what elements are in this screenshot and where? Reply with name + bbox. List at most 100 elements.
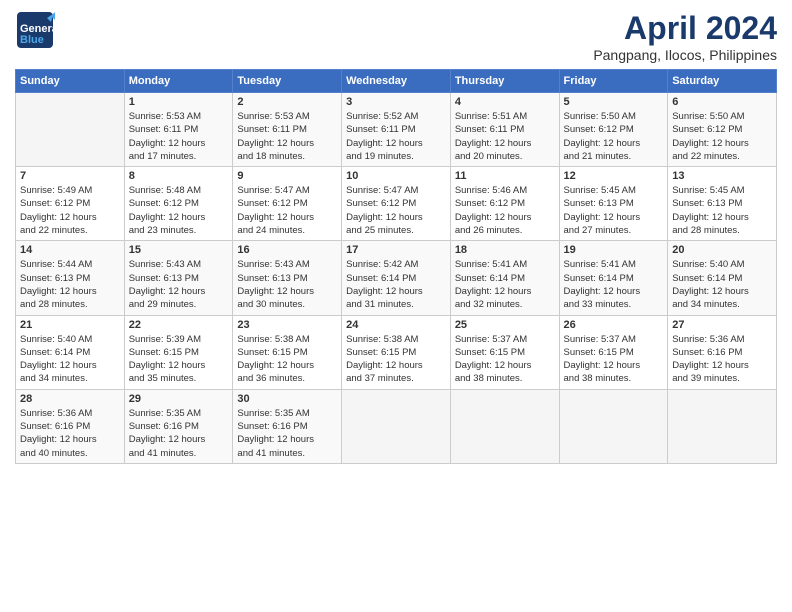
day-info: Sunrise: 5:50 AMSunset: 6:12 PMDaylight:… (672, 110, 772, 163)
day-number: 19 (564, 244, 664, 256)
logo: General Blue (15, 10, 55, 50)
calendar-cell: 21 Sunrise: 5:40 AMSunset: 6:14 PMDayligh… (16, 315, 125, 389)
calendar-cell: 11 Sunrise: 5:46 AMSunset: 6:12 PMDayligh… (450, 167, 559, 241)
day-info: Sunrise: 5:38 AMSunset: 6:15 PMDaylight:… (346, 333, 446, 386)
col-sunday: Sunday (16, 70, 125, 93)
svg-text:Blue: Blue (20, 34, 44, 46)
day-number: 28 (20, 393, 120, 405)
day-number: 29 (129, 393, 229, 405)
day-info: Sunrise: 5:35 AMSunset: 6:16 PMDaylight:… (237, 407, 337, 460)
day-number: 2 (237, 96, 337, 108)
title-section: April 2024 Pangpang, Ilocos, Philippines (593, 10, 777, 63)
col-friday: Friday (559, 70, 668, 93)
day-info: Sunrise: 5:53 AMSunset: 6:11 PMDaylight:… (237, 110, 337, 163)
day-info: Sunrise: 5:40 AMSunset: 6:14 PMDaylight:… (20, 333, 120, 386)
day-info: Sunrise: 5:45 AMSunset: 6:13 PMDaylight:… (672, 184, 772, 237)
day-info: Sunrise: 5:38 AMSunset: 6:15 PMDaylight:… (237, 333, 337, 386)
calendar-cell: 3Sunrise: 5:52 AMSunset: 6:11 PMDaylight… (342, 93, 451, 167)
day-info: Sunrise: 5:40 AMSunset: 6:14 PMDaylight:… (672, 258, 772, 311)
day-info: Sunrise: 5:36 AMSunset: 6:16 PMDaylight:… (672, 333, 772, 386)
calendar-cell (16, 93, 125, 167)
day-info: Sunrise: 5:41 AMSunset: 6:14 PMDaylight:… (564, 258, 664, 311)
day-number: 9 (237, 170, 337, 182)
day-number: 30 (237, 393, 337, 405)
calendar-cell: 14 Sunrise: 5:44 AMSunset: 6:13 PMDayligh… (16, 241, 125, 315)
calendar-week-4: 28 Sunrise: 5:36 AMSunset: 6:16 PMDayligh… (16, 389, 777, 463)
calendar-cell (450, 389, 559, 463)
day-info: Sunrise: 5:47 AMSunset: 6:12 PMDaylight:… (346, 184, 446, 237)
calendar-cell: 25Sunrise: 5:37 AMSunset: 6:15 PMDayligh… (450, 315, 559, 389)
calendar-cell: 2 Sunrise: 5:53 AMSunset: 6:11 PMDaylight… (233, 93, 342, 167)
calendar-cell: 4 Sunrise: 5:51 AMSunset: 6:11 PMDaylight… (450, 93, 559, 167)
calendar-cell: 5 Sunrise: 5:50 AMSunset: 6:12 PMDaylight… (559, 93, 668, 167)
calendar-cell (668, 389, 777, 463)
day-info: Sunrise: 5:43 AMSunset: 6:13 PMDaylight:… (129, 258, 229, 311)
calendar-cell: 8Sunrise: 5:48 AMSunset: 6:12 PMDaylight… (124, 167, 233, 241)
day-info: Sunrise: 5:42 AMSunset: 6:14 PMDaylight:… (346, 258, 446, 311)
logo-icon: General Blue (15, 10, 55, 50)
main-title: April 2024 (593, 10, 777, 47)
calendar-cell (559, 389, 668, 463)
day-number: 4 (455, 96, 555, 108)
calendar-cell: 1 Sunrise: 5:53 AMSunset: 6:11 PMDaylight… (124, 93, 233, 167)
day-number: 6 (672, 96, 772, 108)
day-number: 11 (455, 170, 555, 182)
calendar-week-0: 1 Sunrise: 5:53 AMSunset: 6:11 PMDaylight… (16, 93, 777, 167)
day-number: 18 (455, 244, 555, 256)
day-info: Sunrise: 5:37 AMSunset: 6:15 PMDaylight:… (564, 333, 664, 386)
day-number: 5 (564, 96, 664, 108)
day-number: 14 (20, 244, 120, 256)
day-number: 26 (564, 319, 664, 331)
day-info: Sunrise: 5:39 AMSunset: 6:15 PMDaylight:… (129, 333, 229, 386)
day-number: 13 (672, 170, 772, 182)
day-info: Sunrise: 5:50 AMSunset: 6:12 PMDaylight:… (564, 110, 664, 163)
calendar-cell: 24 Sunrise: 5:38 AMSunset: 6:15 PMDayligh… (342, 315, 451, 389)
day-number: 7 (20, 170, 120, 182)
col-thursday: Thursday (450, 70, 559, 93)
day-info: Sunrise: 5:49 AMSunset: 6:12 PMDaylight:… (20, 184, 120, 237)
day-info: Sunrise: 5:46 AMSunset: 6:12 PMDaylight:… (455, 184, 555, 237)
day-info: Sunrise: 5:53 AMSunset: 6:11 PMDaylight:… (129, 110, 229, 163)
day-number: 17 (346, 244, 446, 256)
calendar-cell: 7 Sunrise: 5:49 AMSunset: 6:12 PMDaylight… (16, 167, 125, 241)
day-info: Sunrise: 5:36 AMSunset: 6:16 PMDaylight:… (20, 407, 120, 460)
calendar-cell: 22 Sunrise: 5:39 AMSunset: 6:15 PMDayligh… (124, 315, 233, 389)
calendar-cell: 17 Sunrise: 5:42 AMSunset: 6:14 PMDayligh… (342, 241, 451, 315)
day-number: 21 (20, 319, 120, 331)
col-monday: Monday (124, 70, 233, 93)
calendar-cell: 10Sunrise: 5:47 AMSunset: 6:12 PMDayligh… (342, 167, 451, 241)
page-container: General Blue April 2024 Pangpang, Ilocos… (0, 0, 792, 474)
day-number: 8 (129, 170, 229, 182)
day-number: 15 (129, 244, 229, 256)
col-tuesday: Tuesday (233, 70, 342, 93)
calendar-cell: 19 Sunrise: 5:41 AMSunset: 6:14 PMDayligh… (559, 241, 668, 315)
calendar-cell: 26 Sunrise: 5:37 AMSunset: 6:15 PMDayligh… (559, 315, 668, 389)
calendar-cell: 27 Sunrise: 5:36 AMSunset: 6:16 PMDayligh… (668, 315, 777, 389)
calendar-cell: 13 Sunrise: 5:45 AMSunset: 6:13 PMDayligh… (668, 167, 777, 241)
day-info: Sunrise: 5:51 AMSunset: 6:11 PMDaylight:… (455, 110, 555, 163)
calendar-cell: 29 Sunrise: 5:35 AMSunset: 6:16 PMDayligh… (124, 389, 233, 463)
day-number: 22 (129, 319, 229, 331)
day-number: 23 (237, 319, 337, 331)
subtitle: Pangpang, Ilocos, Philippines (593, 47, 777, 63)
calendar-cell: 23 Sunrise: 5:38 AMSunset: 6:15 PMDayligh… (233, 315, 342, 389)
day-number: 16 (237, 244, 337, 256)
calendar-cell: 16Sunrise: 5:43 AMSunset: 6:13 PMDayligh… (233, 241, 342, 315)
day-number: 24 (346, 319, 446, 331)
day-info: Sunrise: 5:44 AMSunset: 6:13 PMDaylight:… (20, 258, 120, 311)
calendar-cell: 9 Sunrise: 5:47 AMSunset: 6:12 PMDaylight… (233, 167, 342, 241)
calendar-cell (342, 389, 451, 463)
calendar-cell: 30 Sunrise: 5:35 AMSunset: 6:16 PMDayligh… (233, 389, 342, 463)
calendar-header-row: Sunday Monday Tuesday Wednesday Thursday… (16, 70, 777, 93)
calendar-week-3: 21 Sunrise: 5:40 AMSunset: 6:14 PMDayligh… (16, 315, 777, 389)
day-number: 12 (564, 170, 664, 182)
day-number: 3 (346, 96, 446, 108)
header: General Blue April 2024 Pangpang, Ilocos… (15, 10, 777, 63)
calendar-cell: 18Sunrise: 5:41 AMSunset: 6:14 PMDayligh… (450, 241, 559, 315)
day-info: Sunrise: 5:35 AMSunset: 6:16 PMDaylight:… (129, 407, 229, 460)
day-number: 27 (672, 319, 772, 331)
day-info: Sunrise: 5:47 AMSunset: 6:12 PMDaylight:… (237, 184, 337, 237)
day-number: 20 (672, 244, 772, 256)
day-info: Sunrise: 5:37 AMSunset: 6:15 PMDaylight:… (455, 333, 555, 386)
day-number: 1 (129, 96, 229, 108)
